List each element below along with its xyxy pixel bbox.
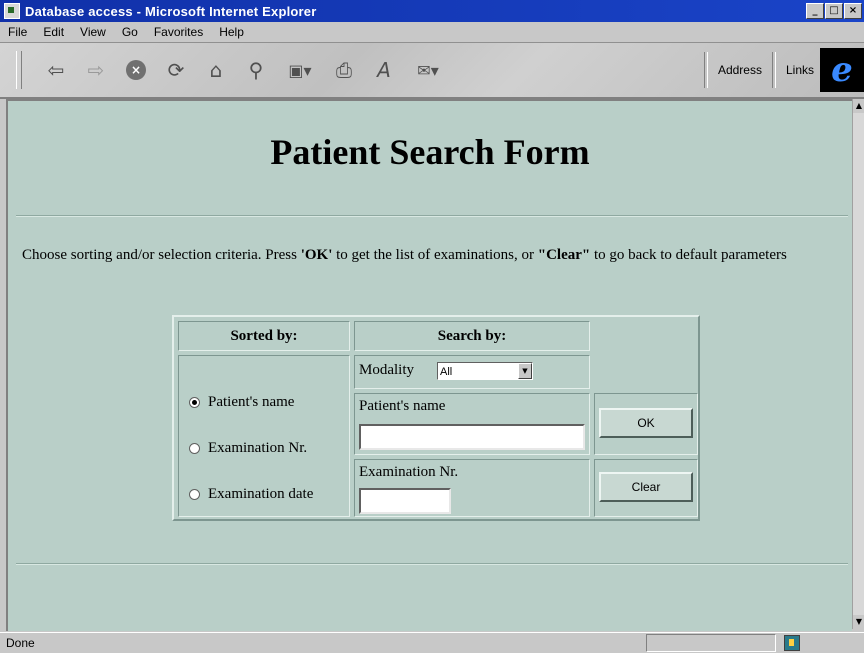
stop-button[interactable]: × bbox=[116, 51, 156, 89]
toolbar-separator bbox=[771, 52, 776, 88]
sort-patient-name-radio[interactable] bbox=[189, 397, 200, 408]
clear-button[interactable]: Clear bbox=[599, 472, 693, 502]
menu-edit[interactable]: Edit bbox=[35, 25, 72, 39]
scroll-down-icon[interactable]: ▼ bbox=[853, 615, 864, 629]
instructions-text: Choose sorting and/or selection criteria… bbox=[22, 247, 787, 263]
chevron-down-icon[interactable]: ▼ bbox=[518, 363, 532, 379]
scroll-up-icon[interactable]: ▲ bbox=[853, 99, 864, 113]
patient-name-label: Patient's name bbox=[359, 398, 446, 414]
search-form: Sorted by: Search by: Patient's name Exa… bbox=[172, 315, 700, 521]
back-icon: ⇦ bbox=[47, 58, 65, 82]
font-icon: A bbox=[377, 58, 391, 82]
clear-button-cell: Clear bbox=[594, 459, 698, 517]
home-button[interactable]: ⌂ bbox=[196, 51, 236, 89]
modality-select[interactable]: All ▼ bbox=[437, 362, 533, 380]
sort-options-cell: Patient's name Examination Nr. Examinati… bbox=[178, 355, 350, 517]
ie-logo: e bbox=[820, 48, 864, 92]
menu-help[interactable]: Help bbox=[211, 25, 252, 39]
mail-button[interactable]: ✉▾ bbox=[404, 51, 452, 89]
toolbar-grip[interactable] bbox=[16, 51, 22, 89]
menu-view[interactable]: View bbox=[72, 25, 114, 39]
ok-button-cell: OK bbox=[594, 393, 698, 455]
page-title: Patient Search Form bbox=[270, 132, 590, 172]
ok-button[interactable]: OK bbox=[599, 408, 693, 438]
divider bbox=[16, 563, 848, 565]
ok-keyword: 'OK' bbox=[300, 247, 333, 263]
modality-label: Modality bbox=[359, 362, 414, 378]
refresh-button[interactable]: ⟳ bbox=[156, 51, 196, 89]
search-icon: ⚲ bbox=[248, 58, 264, 82]
status-text: Done bbox=[6, 636, 35, 650]
maximize-button[interactable]: □ bbox=[825, 3, 843, 19]
divider bbox=[16, 215, 848, 217]
patient-name-cell: Patient's name bbox=[354, 393, 590, 455]
exam-nr-input[interactable] bbox=[359, 488, 451, 514]
sorted-by-header: Sorted by: bbox=[178, 321, 350, 351]
back-button[interactable]: ⇦ bbox=[36, 51, 76, 89]
window-title: Database access - Microsoft Internet Exp… bbox=[25, 3, 317, 19]
ie-app-icon[interactable] bbox=[4, 3, 20, 19]
font-button[interactable]: A bbox=[364, 51, 404, 89]
address-bar-label[interactable]: Address bbox=[712, 63, 768, 77]
sort-patient-name-option[interactable]: Patient's name bbox=[189, 394, 294, 411]
print-icon: ⎙ bbox=[336, 58, 352, 82]
mail-icon: ✉▾ bbox=[417, 60, 439, 80]
status-pane bbox=[646, 634, 776, 652]
forward-button[interactable]: ⇨ bbox=[76, 51, 116, 89]
links-bar-label[interactable]: Links bbox=[780, 63, 820, 77]
menu-file[interactable]: File bbox=[0, 25, 35, 39]
menu-go[interactable]: Go bbox=[114, 25, 146, 39]
modality-select-value: All bbox=[440, 366, 453, 378]
clear-keyword: "Clear" bbox=[537, 247, 591, 263]
vertical-scrollbar[interactable]: ▲ ▼ bbox=[852, 99, 864, 629]
patient-name-input[interactable] bbox=[359, 424, 585, 450]
sort-exam-nr-radio[interactable] bbox=[189, 443, 200, 454]
exam-nr-label: Examination Nr. bbox=[359, 464, 459, 480]
sort-exam-nr-option[interactable]: Examination Nr. bbox=[189, 440, 307, 457]
ie-logo-icon: e bbox=[831, 50, 853, 90]
print-button[interactable]: ⎙ bbox=[324, 51, 364, 89]
security-zone-icon bbox=[784, 635, 800, 651]
sort-exam-date-radio[interactable] bbox=[189, 489, 200, 500]
forward-icon: ⇨ bbox=[87, 58, 105, 82]
stop-icon: × bbox=[126, 60, 146, 80]
search-by-header: Search by: bbox=[354, 321, 590, 351]
favorites-button[interactable]: ▣▾ bbox=[276, 51, 324, 89]
sort-exam-date-option[interactable]: Examination date bbox=[189, 486, 313, 503]
sort-exam-nr-label: Examination Nr. bbox=[208, 440, 308, 456]
menu-favorites[interactable]: Favorites bbox=[146, 25, 211, 39]
toolbar-separator bbox=[703, 52, 708, 88]
status-bar: Done bbox=[0, 632, 864, 653]
menu-bar: File Edit View Go Favorites Help bbox=[0, 22, 864, 43]
window-title-bar[interactable]: Database access - Microsoft Internet Exp… bbox=[0, 0, 864, 22]
sort-patient-name-label: Patient's name bbox=[208, 394, 295, 410]
sort-exam-date-label: Examination date bbox=[208, 486, 314, 502]
toolbar: ⇦ ⇨ × ⟳ ⌂ ⚲ ▣▾ ⎙ A ✉▾ Address Links e bbox=[0, 43, 864, 99]
home-icon: ⌂ bbox=[209, 58, 223, 82]
minimize-button[interactable]: _ bbox=[806, 3, 824, 19]
favorites-icon: ▣▾ bbox=[288, 60, 312, 80]
search-button[interactable]: ⚲ bbox=[236, 51, 276, 89]
page-content: Patient Search Form Choose sorting and/o… bbox=[6, 99, 852, 631]
modality-cell: Modality All ▼ bbox=[354, 355, 590, 389]
refresh-icon: ⟳ bbox=[167, 58, 185, 82]
exam-nr-cell: Examination Nr. bbox=[354, 459, 590, 517]
close-button[interactable]: × bbox=[844, 3, 862, 19]
